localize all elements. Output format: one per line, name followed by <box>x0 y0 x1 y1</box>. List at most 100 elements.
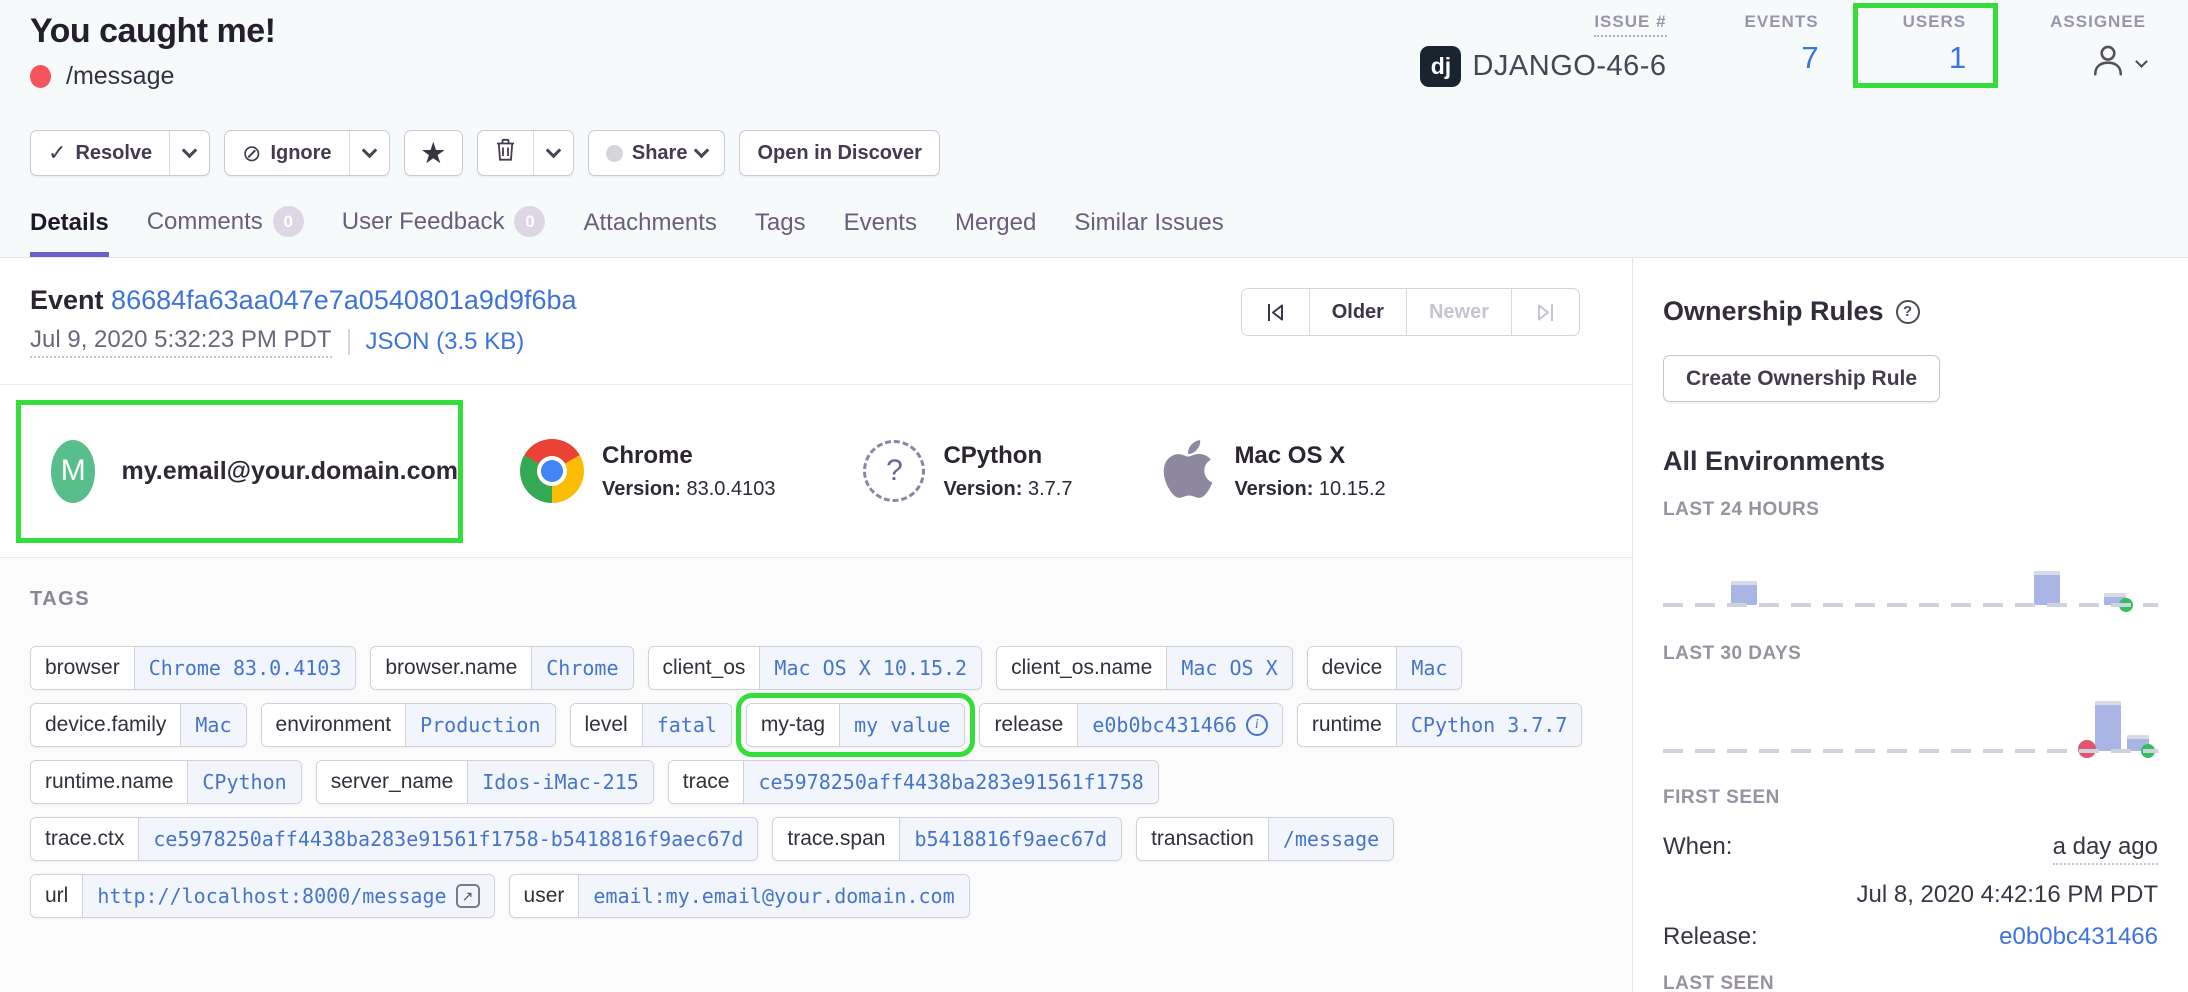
tag-environment: environmentProduction <box>261 703 556 747</box>
chart-marker-dot <box>2119 598 2133 612</box>
tag-runtime.name: runtime.nameCPython <box>30 760 302 804</box>
tag-value-link[interactable]: Production <box>405 704 554 746</box>
assignee-label: ASSIGNEE <box>2050 12 2146 32</box>
tag-user: useremail:my.email@your.domain.com <box>509 874 970 918</box>
chevron-down-icon <box>361 143 377 159</box>
tab-tags[interactable]: Tags <box>755 209 806 257</box>
tag-value-link[interactable]: ce5978250aff4438ba283e91561f1758 <box>743 761 1157 803</box>
tag-key: device.family <box>31 704 180 746</box>
ignore-label: Ignore <box>270 142 331 165</box>
tag-value-link[interactable]: Mac OS X 10.15.2 <box>759 647 981 689</box>
tag-value-link[interactable]: CPython <box>187 761 300 803</box>
tag-value-link[interactable]: Mac OS X <box>1166 647 1291 689</box>
star-icon: ★ <box>422 140 445 166</box>
bookmark-button-group: ★ <box>404 130 463 176</box>
mute-icon: ⊘ <box>242 140 261 167</box>
tab-details[interactable]: Details <box>30 209 109 257</box>
tag-key: device <box>1308 647 1397 689</box>
browser-name: Chrome <box>602 442 775 470</box>
events-count-link[interactable]: 7 <box>1801 40 1818 76</box>
unknown-runtime-icon: ? <box>863 440 925 502</box>
last-seen-label: LAST SEEN <box>1663 973 2158 992</box>
tag-list: browserChrome 83.0.4103browser.nameChrom… <box>30 646 1620 918</box>
tag-key: trace.span <box>773 818 899 860</box>
create-ownership-rule-button[interactable]: Create Ownership Rule <box>1663 355 1940 402</box>
tag-value: Chrome 83.0.4103 <box>149 656 342 680</box>
tag-value-link[interactable]: CPython 3.7.7 <box>1396 704 1582 746</box>
tag-value-link[interactable]: ce5978250aff4438ba283e91561f1758-b541881… <box>138 818 757 860</box>
json-download-link[interactable]: JSON (3.5 KB) <box>366 328 525 356</box>
last-30-days-chart <box>1663 707 2158 753</box>
tag-key: server_name <box>317 761 468 803</box>
first-seen-label: FIRST SEEN <box>1663 787 2158 809</box>
tag-key: runtime <box>1298 704 1396 746</box>
chart-bar <box>1731 581 1757 605</box>
when-label: When: <box>1663 833 1732 861</box>
tab-user-feedback[interactable]: User Feedback0 <box>342 206 546 257</box>
last-30-days-label: LAST 30 DAYS <box>1663 643 2158 665</box>
tab-label: User Feedback <box>342 208 505 236</box>
event-label: Event <box>30 285 104 315</box>
users-label: USERS <box>1903 12 1967 32</box>
tag-value: ce5978250aff4438ba283e91561f1758-b541881… <box>153 827 743 851</box>
tag-level: levelfatal <box>570 703 732 747</box>
info-icon[interactable]: i <box>1246 714 1268 736</box>
share-label: Share <box>632 142 688 165</box>
tag-value-link[interactable]: Chrome <box>531 647 632 689</box>
tag-value-link[interactable]: b5418816f9aec67d <box>899 818 1121 860</box>
oldest-event-button[interactable] <box>1242 289 1309 335</box>
tag-value-link[interactable]: Mac <box>180 704 245 746</box>
tag-value-link[interactable]: fatal <box>642 704 731 746</box>
tab-label: Tags <box>755 209 806 237</box>
help-icon[interactable]: ? <box>1896 300 1920 324</box>
tab-comments[interactable]: Comments0 <box>147 206 304 257</box>
tag-value-link[interactable]: my value <box>839 704 964 746</box>
tab-similar-issues[interactable]: Similar Issues <box>1074 209 1223 257</box>
tag-value-link[interactable]: http://localhost:8000/message↗ <box>82 875 493 917</box>
latest-event-button[interactable] <box>1511 289 1579 335</box>
tag-value-link[interactable]: Idos-iMac-215 <box>467 761 653 803</box>
tag-value-link[interactable]: Chrome 83.0.4103 <box>134 647 356 689</box>
tab-events[interactable]: Events <box>844 209 917 257</box>
newer-event-button[interactable]: Newer <box>1406 289 1511 335</box>
external-link-icon[interactable]: ↗ <box>456 884 480 908</box>
tab-merged[interactable]: Merged <box>955 209 1036 257</box>
tab-attachments[interactable]: Attachments <box>583 209 716 257</box>
chart-marker-dot <box>2141 744 2155 758</box>
stat-users: USERS 1 <box>1897 12 1973 76</box>
resolve-dropdown-button[interactable] <box>169 131 209 175</box>
delete-button[interactable] <box>478 131 533 175</box>
delete-dropdown-button[interactable] <box>533 131 573 175</box>
tab-label: Events <box>844 209 917 237</box>
issue-stats: ISSUE # dj DJANGO-46-6 EVENTS 7 USERS 1 … <box>1420 12 2146 87</box>
assignee-dropdown[interactable] <box>2089 42 2146 83</box>
tag-value-link[interactable]: Mac <box>1396 647 1461 689</box>
culprit: /message <box>66 62 174 91</box>
share-status-dot <box>606 145 623 162</box>
tag-value-link[interactable]: e0b0bc431466i <box>1077 704 1282 746</box>
first-seen-release-link[interactable]: e0b0bc431466 <box>1999 923 2158 951</box>
tag-value-link[interactable]: /message <box>1268 818 1393 860</box>
tab-label: Merged <box>955 209 1036 237</box>
action-toolbar: ✓ Resolve ⊘ Ignore ★ <box>30 130 940 176</box>
runtime-name: CPython <box>943 442 1072 470</box>
tag-client_os: client_osMac OS X 10.15.2 <box>648 646 983 690</box>
ignore-button[interactable]: ⊘ Ignore <box>225 131 348 175</box>
release-label: Release: <box>1663 923 1758 951</box>
open-in-discover-button[interactable]: Open in Discover <box>739 130 940 176</box>
older-event-button[interactable]: Older <box>1309 289 1406 335</box>
share-button[interactable]: Share <box>588 130 726 176</box>
check-icon: ✓ <box>48 140 66 166</box>
event-header: Event 86684fa63aa047e7a0540801a9d9f6ba J… <box>0 258 1632 385</box>
tag-value-link[interactable]: email:my.email@your.domain.com <box>578 875 968 917</box>
apple-icon <box>1160 436 1216 507</box>
bookmark-button[interactable]: ★ <box>405 131 462 175</box>
culprit-row: /message <box>30 62 174 91</box>
event-id-link[interactable]: 86684fa63aa047e7a0540801a9d9f6ba <box>111 285 577 315</box>
users-count-link[interactable]: 1 <box>1949 40 1966 76</box>
event-timestamp: Jul 9, 2020 5:32:23 PM PDT <box>30 326 332 358</box>
ignore-dropdown-button[interactable] <box>349 131 389 175</box>
user-icon <box>2089 42 2127 83</box>
tag-trace.span: trace.spanb5418816f9aec67d <box>772 817 1122 861</box>
resolve-button[interactable]: ✓ Resolve <box>31 131 169 175</box>
